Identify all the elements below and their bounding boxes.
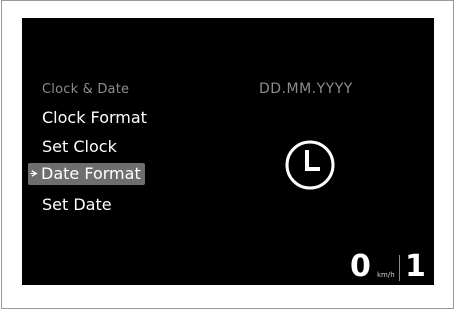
speed-gear-readout: 0 km/h 1: [350, 250, 434, 286]
speed-value: 0: [350, 249, 371, 284]
menu-item-label: Date Format: [41, 164, 141, 183]
menu-item-clock-format[interactable]: Clock Format: [42, 108, 147, 127]
speed-unit: km/h: [377, 271, 395, 279]
manual-figure-frame: Clock & Date Clock Format Set Clock Date…: [1, 0, 454, 309]
selection-arrow-icon: [30, 170, 38, 177]
gear-indicator: 1: [405, 249, 426, 284]
menu-item-set-date[interactable]: Set Date: [42, 195, 112, 214]
menu-item-set-clock[interactable]: Set Clock: [42, 137, 117, 156]
date-format-value: DD.MM.YYYY: [259, 81, 353, 97]
menu-item-date-format[interactable]: Date Format: [28, 163, 145, 185]
cluster-display: Clock & Date Clock Format Set Clock Date…: [22, 18, 434, 285]
menu-item-label: Set Date: [42, 195, 112, 214]
menu-title: Clock & Date: [42, 82, 130, 97]
menu-item-label: Clock Format: [42, 108, 147, 127]
clock-icon: [285, 140, 335, 190]
menu-item-label: Set Clock: [42, 137, 117, 156]
readout-divider: [399, 255, 400, 281]
